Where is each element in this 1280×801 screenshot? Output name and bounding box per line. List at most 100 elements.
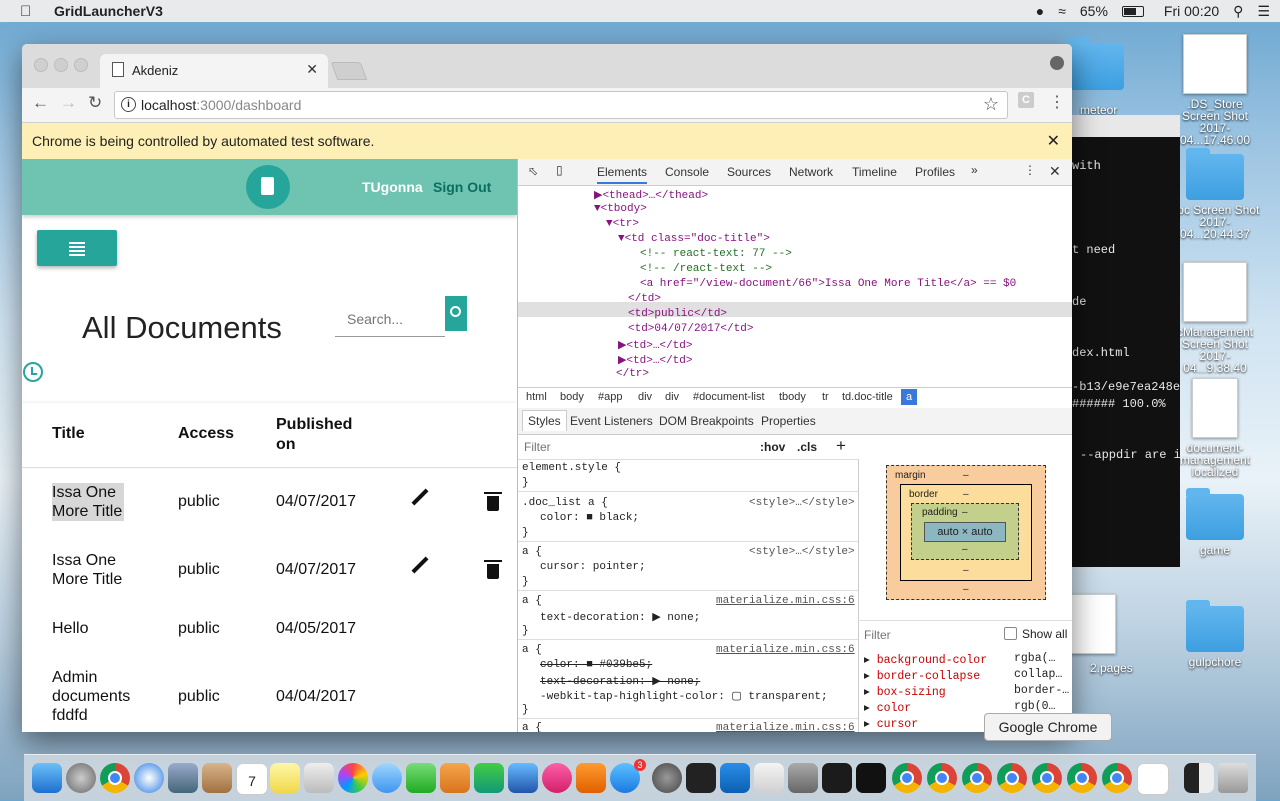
- dom-node[interactable]: ▶<thead>…</thead>: [594, 188, 708, 202]
- subtab-dom-breakpoints[interactable]: DOM Breakpoints: [659, 414, 754, 428]
- add-rule-icon[interactable]: +: [836, 436, 846, 456]
- desktop-icon-gulpchore[interactable]: gulpchore: [1170, 600, 1260, 668]
- address-bar[interactable]: i localhost:3000/dashboard ☆: [114, 91, 1008, 119]
- sequel-pro-icon[interactable]: [788, 763, 818, 793]
- battery-icon[interactable]: [1121, 5, 1144, 17]
- ibooks-icon[interactable]: [576, 763, 606, 793]
- desktop-icon-document-management[interactable]: document-management localized: [1170, 378, 1260, 478]
- search-input[interactable]: [345, 310, 449, 328]
- desktop-icon-screenshot-2[interactable]: doc Screen Shot 2017-04...20.44.37: [1170, 148, 1260, 240]
- subtab-event-listeners[interactable]: Event Listeners: [570, 414, 653, 428]
- subtab-styles[interactable]: Styles: [522, 410, 567, 431]
- facetime-icon[interactable]: [406, 763, 436, 793]
- delete-icon[interactable]: [484, 560, 502, 579]
- photos-icon[interactable]: [338, 763, 368, 793]
- pages-icon[interactable]: [440, 763, 470, 793]
- dom-comment[interactable]: <!-- /react-text -->: [640, 263, 772, 275]
- box-model-margin[interactable]: margin – – border – – padding – – auto ×…: [886, 465, 1046, 600]
- show-all-checkbox[interactable]: [1004, 627, 1017, 640]
- box-model-border[interactable]: border – – padding – – auto × auto: [900, 484, 1032, 581]
- style-property[interactable]: -webkit-tap-highlight-color: ▢ transpare…: [540, 689, 828, 703]
- finder-icon[interactable]: [32, 763, 62, 793]
- numbers-icon[interactable]: [474, 763, 504, 793]
- dom-node[interactable]: ▶<td>…</td>: [618, 338, 692, 352]
- style-property[interactable]: color: ■ black;: [540, 512, 639, 524]
- close-window-button[interactable]: [34, 58, 48, 72]
- box-model-content[interactable]: auto × auto: [924, 522, 1006, 542]
- style-property-overridden[interactable]: color: ■ #039be5;: [540, 659, 652, 671]
- clock[interactable]: Fri 00:20: [1164, 3, 1219, 19]
- terminal-icon[interactable]: [686, 763, 716, 793]
- search-field[interactable]: [335, 302, 449, 337]
- inspect-element-icon[interactable]: ⬁: [528, 164, 538, 178]
- itunes-icon[interactable]: [542, 763, 572, 793]
- style-rule-selector[interactable]: a {: [522, 722, 542, 732]
- dom-node[interactable]: </tr>: [616, 368, 649, 380]
- sublime-icon[interactable]: [754, 763, 784, 793]
- tab-elements[interactable]: Elements: [597, 165, 648, 184]
- breadcrumb-item-active[interactable]: a: [901, 389, 918, 405]
- chrome-window-icon[interactable]: [1032, 763, 1062, 793]
- chrome-window-icon[interactable]: [927, 763, 957, 793]
- notification-center-icon[interactable]: ☰: [1257, 3, 1270, 20]
- breadcrumb-item[interactable]: tr: [822, 391, 829, 403]
- document-title-link[interactable]: Issa One More Title: [52, 551, 124, 589]
- forward-icon[interactable]: →: [60, 93, 77, 113]
- edit-icon[interactable]: [411, 488, 429, 506]
- preview-icon[interactable]: [304, 763, 334, 793]
- messages-icon[interactable]: [372, 763, 402, 793]
- chrome-window-icon[interactable]: [997, 763, 1027, 793]
- tab-network[interactable]: Network: [789, 165, 833, 179]
- minimize-window-button[interactable]: [54, 58, 68, 72]
- app-name[interactable]: GridLauncherV3: [54, 3, 163, 19]
- dom-node[interactable]: </td>: [628, 293, 661, 305]
- desktop-icon-game[interactable]: game: [1170, 488, 1260, 556]
- system-preferences-icon[interactable]: [652, 763, 682, 793]
- style-property[interactable]: text-decoration: ▶ none;: [540, 610, 700, 624]
- styles-filter-input[interactable]: [522, 439, 726, 455]
- breadcrumb-item[interactable]: html: [526, 391, 547, 403]
- browser-tab[interactable]: Akdeniz ✕: [100, 54, 328, 88]
- dom-node[interactable]: <td>04/07/2017</td>: [628, 323, 753, 335]
- style-source-link[interactable]: materialize.min.css:6: [716, 722, 855, 732]
- mail-bird-icon[interactable]: [168, 763, 198, 793]
- computed-row[interactable]: ▸ color rgb(0…: [864, 700, 1055, 715]
- search-button[interactable]: [445, 296, 467, 331]
- bookmark-star-icon[interactable]: ☆: [983, 94, 999, 115]
- document-logo-icon[interactable]: [246, 165, 290, 209]
- info-icon[interactable]: i: [121, 97, 136, 112]
- subtab-properties[interactable]: Properties: [761, 414, 816, 428]
- trash-icon[interactable]: [1218, 763, 1248, 793]
- style-rule-selector[interactable]: a {: [522, 546, 542, 558]
- document-title-link[interactable]: Hello: [52, 620, 88, 638]
- close-devtools-icon[interactable]: ✕: [1049, 163, 1061, 180]
- style-rule-selector[interactable]: a {: [522, 595, 542, 607]
- wifi-icon[interactable]: ≈: [1058, 3, 1066, 19]
- chrome-window-icon[interactable]: [962, 763, 992, 793]
- terminal-window[interactable]: with t need de dex.html -b13/e9e7ea248e …: [1060, 115, 1180, 567]
- desktop-icon-screenshot-3[interactable]: cManagement Screen Shot 2017-04...9.38.4…: [1170, 262, 1260, 374]
- devtools-menu-icon[interactable]: ⋮: [1024, 163, 1036, 177]
- dom-node[interactable]: ▼<tbody>: [594, 203, 647, 215]
- close-infobar-icon[interactable]: ✕: [1047, 131, 1060, 151]
- reload-icon[interactable]: ↻: [88, 93, 102, 113]
- style-source[interactable]: <style>…</style>: [749, 546, 855, 558]
- calendar-icon[interactable]: 7: [236, 763, 268, 795]
- launchpad-icon[interactable]: [66, 763, 96, 793]
- computed-row[interactable]: ▸ background-color rgba(…: [864, 652, 1055, 667]
- sign-out-link[interactable]: Sign Out: [433, 179, 491, 195]
- computed-row[interactable]: ▸ box-sizing border-…: [864, 684, 1069, 699]
- dom-node[interactable]: ▶<td>…</td>: [618, 353, 692, 367]
- tab-profiles[interactable]: Profiles: [915, 165, 955, 179]
- safari-icon[interactable]: [134, 763, 164, 793]
- style-source-link[interactable]: materialize.min.css:6: [716, 644, 855, 656]
- profile-icon[interactable]: [1050, 56, 1064, 70]
- style-rule-selector[interactable]: element.style {: [522, 462, 621, 474]
- style-source[interactable]: <style>…</style>: [749, 497, 855, 509]
- desktop-icon-screenshot-1[interactable]: .DS_Store Screen Shot 2017-04...17.46.00: [1170, 34, 1260, 146]
- nav-username[interactable]: TUgonna: [362, 179, 423, 195]
- dom-node[interactable]: ▼<tr>: [606, 218, 639, 230]
- device-toolbar-icon[interactable]: ▯: [556, 163, 563, 177]
- more-tabs-icon[interactable]: »: [971, 163, 978, 177]
- chrome-window-icon[interactable]: [1102, 763, 1132, 793]
